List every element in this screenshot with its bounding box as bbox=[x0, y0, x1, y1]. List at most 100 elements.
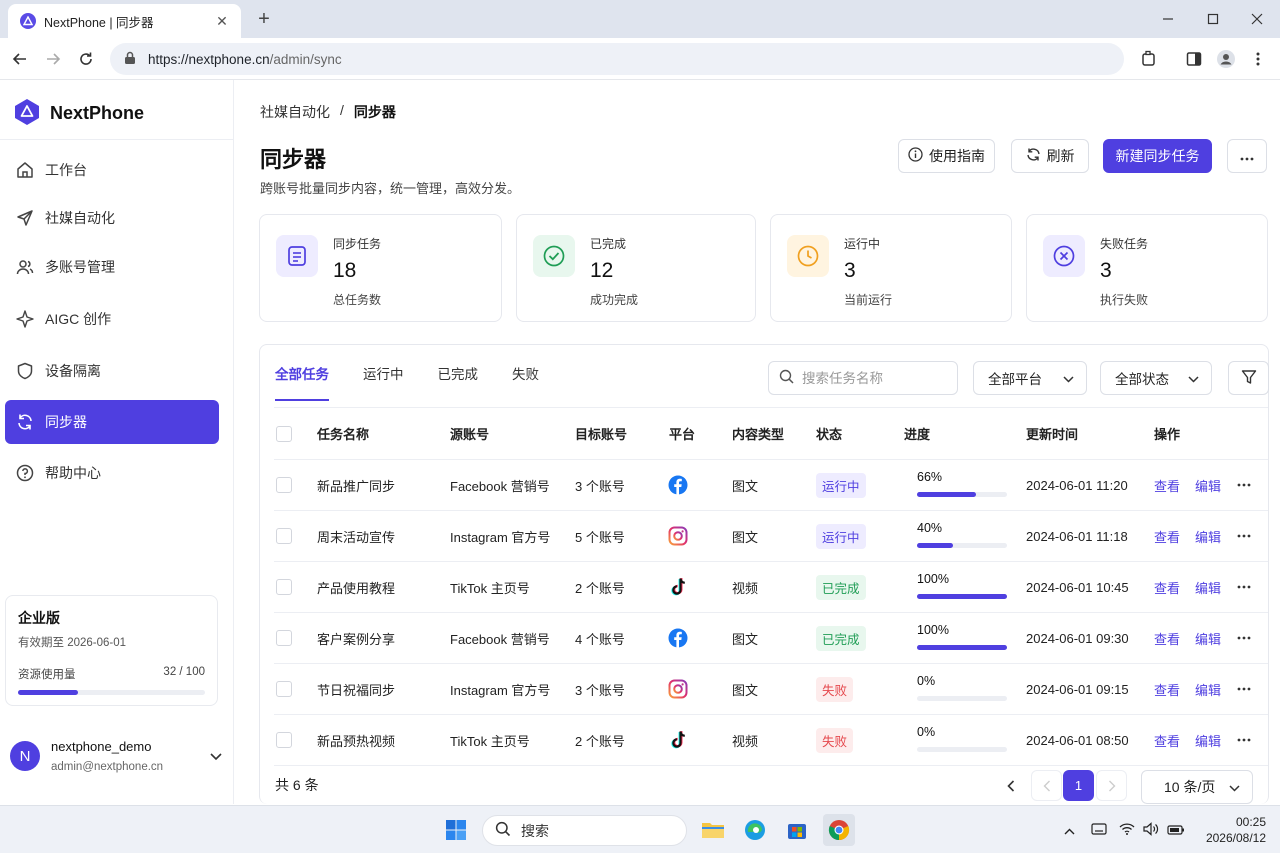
stat-card-running: 运行中 3 当前运行 bbox=[770, 214, 1012, 322]
wifi-icon[interactable] bbox=[1119, 822, 1135, 838]
browser-menu-icon[interactable] bbox=[1245, 46, 1271, 72]
windows-start-icon[interactable] bbox=[440, 814, 472, 846]
system-clock[interactable]: 00:25 2026/08/12 bbox=[1196, 814, 1266, 846]
sidebar-item-aigc[interactable]: AIGC 创作 bbox=[5, 297, 219, 341]
taskbar-search[interactable]: 搜索 bbox=[482, 815, 687, 846]
progress-bar bbox=[917, 594, 1007, 599]
guide-button[interactable]: 使用指南 bbox=[898, 139, 995, 173]
reload-icon[interactable] bbox=[73, 46, 99, 72]
back-icon[interactable] bbox=[7, 46, 33, 72]
sidebar-item-device-isolation[interactable]: 设备隔离 bbox=[5, 349, 219, 393]
row-more-icon[interactable] bbox=[1237, 562, 1251, 612]
forward-icon[interactable] bbox=[40, 46, 66, 72]
table-row[interactable]: 新品推广同步 Facebook 营销号 3 个账号 图文 运行中 66% 202… bbox=[274, 460, 1268, 511]
view-link[interactable]: 查看 bbox=[1154, 613, 1180, 663]
row-checkbox[interactable] bbox=[276, 613, 292, 663]
browser-tab[interactable]: NextPhone | 同步器 ✕ bbox=[8, 4, 241, 38]
page-number-current[interactable]: 1 bbox=[1063, 770, 1094, 801]
filter-button[interactable] bbox=[1228, 361, 1269, 395]
view-link[interactable]: 查看 bbox=[1154, 562, 1180, 612]
task-name: 新品推广同步 bbox=[317, 478, 396, 494]
create-sync-task-button[interactable]: 新建同步任务 bbox=[1103, 139, 1212, 173]
row-checkbox[interactable] bbox=[276, 511, 292, 561]
next-page-button[interactable] bbox=[1096, 770, 1127, 801]
row-checkbox[interactable] bbox=[276, 715, 292, 765]
chrome-browser-icon[interactable] bbox=[823, 814, 855, 846]
brand-name: NextPhone bbox=[50, 103, 145, 123]
table-row[interactable]: 新品预热视频 TikTok 主页号 2 个账号 视频 失败 0% 2024-06… bbox=[274, 715, 1268, 766]
edit-link[interactable]: 编辑 bbox=[1195, 715, 1221, 765]
extensions-icon[interactable] bbox=[1136, 46, 1162, 72]
keyboard-icon[interactable] bbox=[1091, 822, 1107, 838]
address-bar[interactable]: https://nextphone.cn/admin/sync bbox=[110, 43, 1124, 75]
minimize-icon[interactable] bbox=[1145, 0, 1191, 38]
table-row[interactable]: 产品使用教程 TikTok 主页号 2 个账号 视频 已完成 100% 2024… bbox=[274, 562, 1268, 613]
new-tab-icon[interactable]: + bbox=[253, 8, 275, 30]
progress: 0% bbox=[917, 674, 1007, 701]
edit-link[interactable]: 编辑 bbox=[1195, 664, 1221, 714]
row-more-icon[interactable] bbox=[1237, 460, 1251, 510]
progress-fill bbox=[917, 645, 1007, 650]
row-more-icon[interactable] bbox=[1237, 511, 1251, 561]
view-link[interactable]: 查看 bbox=[1154, 511, 1180, 561]
select-all-checkbox[interactable] bbox=[276, 408, 292, 459]
more-actions-button[interactable] bbox=[1227, 139, 1267, 173]
refresh-button[interactable]: 刷新 bbox=[1011, 139, 1089, 173]
platform-select[interactable]: 全部平台 bbox=[973, 361, 1087, 395]
source-account: Facebook 营销号 bbox=[450, 478, 550, 494]
column-header: 操作 bbox=[1154, 427, 1181, 442]
close-tab-icon[interactable]: ✕ bbox=[213, 13, 231, 30]
sidebar-item-workbench[interactable]: 工作台 bbox=[5, 148, 219, 192]
close-window-icon[interactable] bbox=[1234, 0, 1280, 38]
row-more-icon[interactable] bbox=[1237, 664, 1251, 714]
task-panel: 全部任务 运行中 已完成 失败 全部平台 全部状态 任务名称 源账号 目标账号 bbox=[259, 344, 1269, 804]
tab-failed[interactable]: 失败 bbox=[512, 345, 539, 401]
row-more-icon[interactable] bbox=[1237, 613, 1251, 663]
stat-desc: 当前运行 bbox=[844, 293, 893, 307]
volume-icon[interactable] bbox=[1143, 821, 1159, 839]
edit-link[interactable]: 编辑 bbox=[1195, 613, 1221, 663]
sidebar-item-help[interactable]: 帮助中心 bbox=[5, 451, 219, 495]
sidebar-item-multi-account[interactable]: 多账号管理 bbox=[5, 245, 219, 289]
row-checkbox[interactable] bbox=[276, 562, 292, 612]
view-link[interactable]: 查看 bbox=[1154, 715, 1180, 765]
table-row[interactable]: 周末活动宣传 Instagram 官方号 5 个账号 图文 运行中 40% 20… bbox=[274, 511, 1268, 562]
file-explorer-icon[interactable] bbox=[697, 814, 729, 846]
edit-link[interactable]: 编辑 bbox=[1195, 460, 1221, 510]
task-search[interactable] bbox=[768, 361, 958, 395]
brand[interactable]: NextPhone bbox=[14, 98, 144, 129]
page-size-select[interactable]: 10 条/页 bbox=[1141, 770, 1253, 804]
edge-browser-icon[interactable] bbox=[739, 814, 771, 846]
sidebar-item-label: 多账号管理 bbox=[45, 259, 115, 275]
sidebar-item-social-automation[interactable]: 社媒自动化 bbox=[5, 196, 219, 240]
breadcrumb-parent[interactable]: 社媒自动化 bbox=[260, 102, 330, 122]
status-select[interactable]: 全部状态 bbox=[1100, 361, 1212, 395]
microsoft-store-icon[interactable] bbox=[781, 814, 813, 846]
row-checkbox[interactable] bbox=[276, 664, 292, 714]
sidebar-item-sync[interactable]: 同步器 bbox=[5, 400, 219, 444]
table-row[interactable]: 客户案例分享 Facebook 营销号 4 个账号 图文 已完成 100% 20… bbox=[274, 613, 1268, 664]
chevron-up-icon[interactable] bbox=[1064, 823, 1075, 838]
tab-all[interactable]: 全部任务 bbox=[275, 345, 329, 401]
profile-icon[interactable] bbox=[1213, 46, 1239, 72]
user-profile[interactable]: N nextphone_demo admin@nextphone.cn bbox=[10, 736, 222, 776]
chevron-down-icon[interactable] bbox=[210, 749, 222, 764]
view-link[interactable]: 查看 bbox=[1154, 460, 1180, 510]
tab-running[interactable]: 运行中 bbox=[363, 345, 404, 401]
table-row[interactable]: 节日祝福同步 Instagram 官方号 3 个账号 图文 失败 0% 2024… bbox=[274, 664, 1268, 715]
edit-link[interactable]: 编辑 bbox=[1195, 511, 1221, 561]
row-checkbox[interactable] bbox=[276, 460, 292, 510]
tiktok-icon bbox=[668, 715, 688, 765]
side-panel-icon[interactable] bbox=[1181, 46, 1207, 72]
battery-icon[interactable] bbox=[1167, 823, 1185, 838]
info-icon bbox=[908, 147, 923, 165]
prev-page-disabled-button[interactable] bbox=[1031, 770, 1062, 801]
maximize-icon[interactable] bbox=[1190, 0, 1236, 38]
sidebar-item-label: 工作台 bbox=[45, 162, 87, 178]
prev-page-button[interactable] bbox=[995, 770, 1026, 801]
edit-link[interactable]: 编辑 bbox=[1195, 562, 1221, 612]
search-input[interactable] bbox=[802, 370, 952, 386]
row-more-icon[interactable] bbox=[1237, 715, 1251, 765]
tab-completed[interactable]: 已完成 bbox=[438, 345, 479, 401]
view-link[interactable]: 查看 bbox=[1154, 664, 1180, 714]
